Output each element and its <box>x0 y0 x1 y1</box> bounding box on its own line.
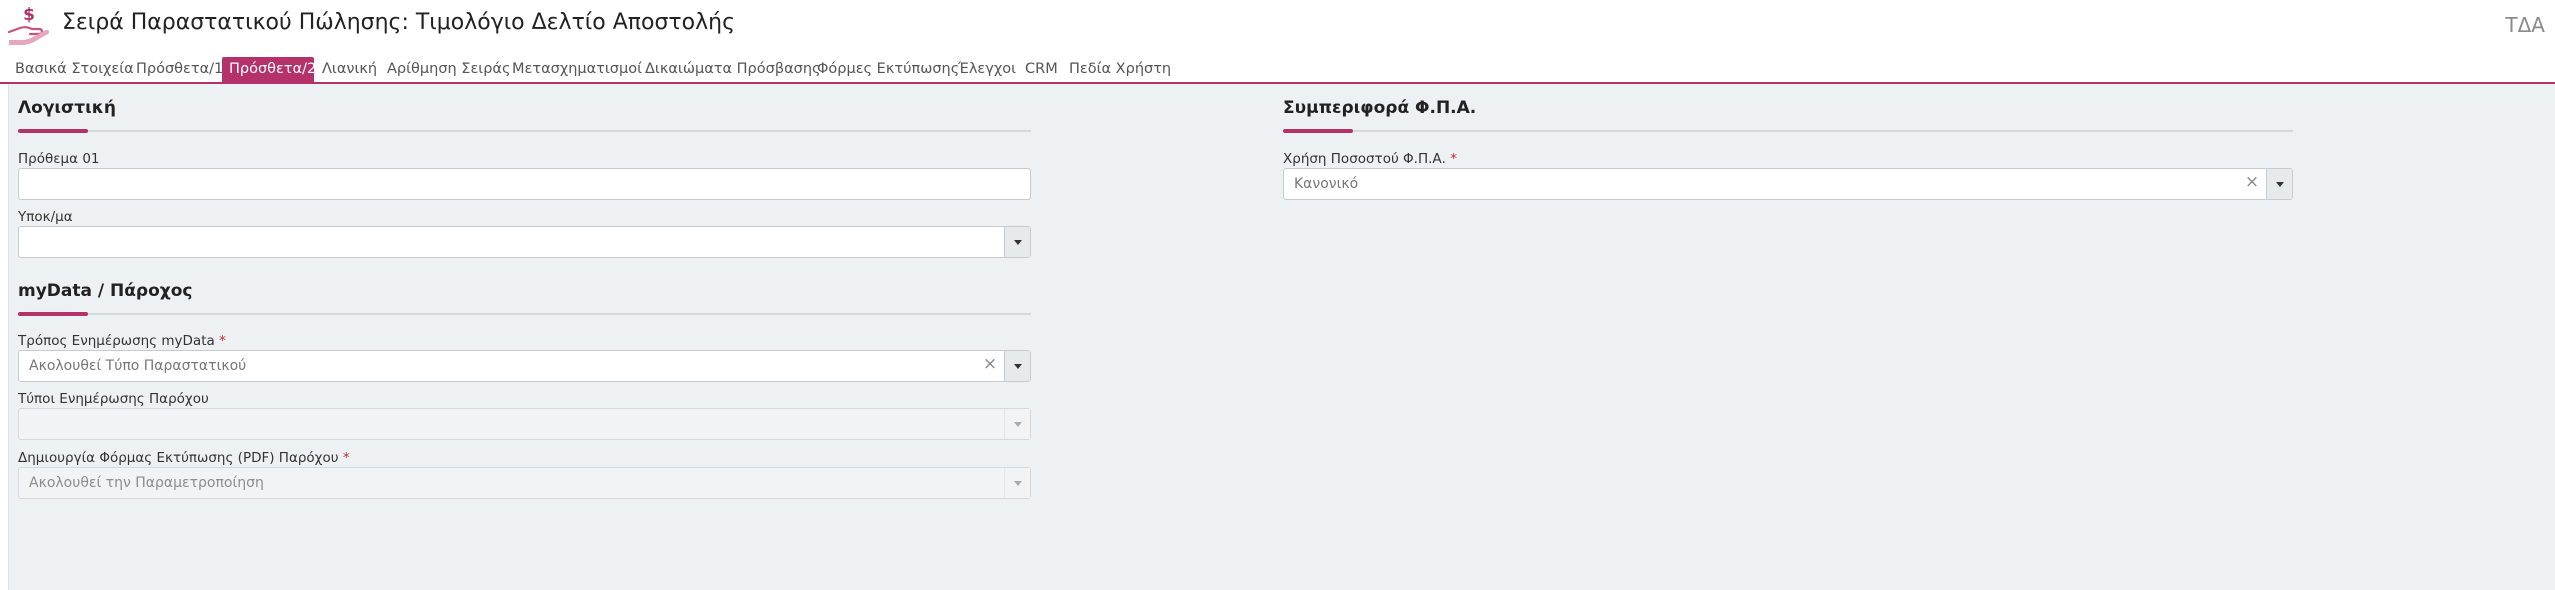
provider-pdf-select: Ακολουθεί την Παραμετροποίηση <box>18 467 1031 499</box>
section-divider <box>18 313 1031 315</box>
chevron-down-icon[interactable] <box>2266 169 2292 199</box>
vat-rate-usage-label: Χρήση Ποσοστού Φ.Π.Α. * <box>1283 151 1457 167</box>
mydata-update-mode-label: Τρόπος Ενημέρωσης myData * <box>18 333 226 349</box>
tab-crm[interactable]: CRM <box>1022 57 1061 84</box>
section-title-mydata: myData / Πάροχος <box>18 281 193 301</box>
svg-text:$: $ <box>23 5 35 25</box>
tab-bar: Βασικά Στοιχεία Πρόσθετα/1 Πρόσθετα/2 Λι… <box>0 55 2555 84</box>
tab-access-rights[interactable]: Δικαιώματα Πρόσβασης <box>642 57 824 84</box>
prefix-label: Πρόθεμα 01 <box>18 151 100 167</box>
section-title-accounting: Λογιστική <box>18 98 116 118</box>
chevron-down-icon <box>1004 468 1030 498</box>
tab-retail[interactable]: Λιανική <box>319 57 380 84</box>
tab-extra-1[interactable]: Πρόσθετα/1 <box>133 57 226 84</box>
section-divider <box>18 130 1031 132</box>
branch-label: Υποκ/μα <box>18 209 73 225</box>
tab-extra-2[interactable]: Πρόσθετα/2 <box>222 57 316 84</box>
section-accent <box>18 129 88 133</box>
tab-checks[interactable]: Έλεγχοι <box>955 57 1019 84</box>
tab-transformations[interactable]: Μετασχηματισμοί <box>509 57 645 84</box>
prefix-input[interactable] <box>18 168 1031 200</box>
provider-update-types-label: Τύποι Ενημέρωσης Παρόχου <box>18 391 209 407</box>
section-accent <box>18 312 88 316</box>
section-divider <box>1283 130 2293 132</box>
branch-select[interactable] <box>18 226 1031 258</box>
provider-update-types-select <box>18 408 1031 440</box>
section-title-vat: Συμπεριφορά Φ.Π.Α. <box>1283 98 1477 118</box>
chevron-down-icon <box>1004 409 1030 439</box>
header: $ Σειρά Παραστατικού Πώλησης: Τιμολόγιο … <box>0 0 2555 52</box>
chevron-down-icon[interactable] <box>1004 227 1030 257</box>
required-marker: * <box>219 333 226 349</box>
tab-basic-info[interactable]: Βασικά Στοιχεία <box>12 57 137 84</box>
tab-user-fields[interactable]: Πεδία Χρήστη <box>1066 57 1174 84</box>
tab-series-numbering[interactable]: Αρίθμηση Σειράς <box>384 57 513 84</box>
series-code: ΤΔΑ <box>2505 13 2545 37</box>
clear-icon[interactable]: × <box>980 354 1000 374</box>
clear-icon[interactable]: × <box>2242 172 2262 192</box>
vat-rate-usage-select[interactable]: Κανονικό × <box>1283 168 2293 200</box>
chevron-down-icon[interactable] <box>1004 351 1030 381</box>
mydata-update-mode-select[interactable]: Ακολουθεί Τύπο Παραστατικού × <box>18 350 1031 382</box>
required-marker: * <box>1450 151 1457 167</box>
page-title: Σειρά Παραστατικού Πώλησης: Τιμολόγιο Δε… <box>62 10 735 35</box>
money-hand-icon: $ <box>7 5 49 45</box>
tab-print-forms[interactable]: Φόρμες Εκτύπωσης <box>814 57 962 84</box>
form-content: Λογιστική Πρόθεμα 01 Υποκ/μα myData / Πά… <box>8 84 2555 590</box>
required-marker: * <box>342 450 350 466</box>
section-accent <box>1283 129 1353 133</box>
provider-pdf-label: Δημιουργία Φόρμας Εκτύπωσης (PDF) Παρόχο… <box>18 450 350 466</box>
